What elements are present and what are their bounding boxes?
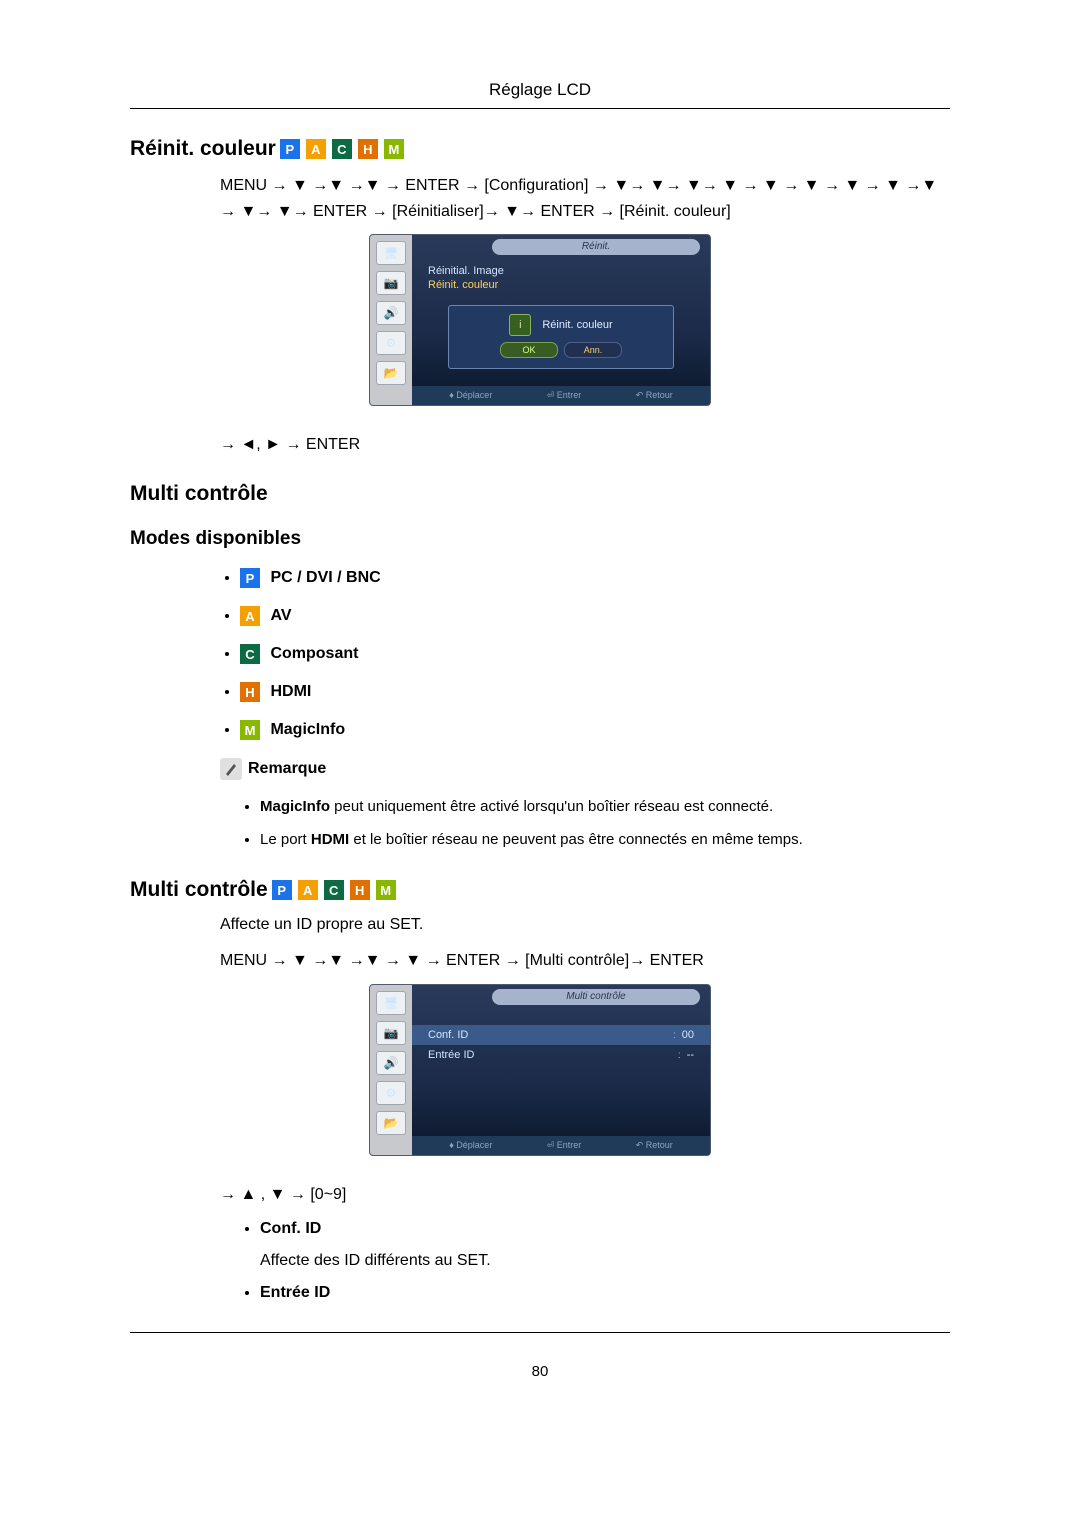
footer-return: ↶ Retour (636, 390, 673, 401)
osd2-row-entree-id[interactable]: Entrée ID :-- (428, 1045, 694, 1065)
post-osd2-nav: → ▲ , ▼ → [0~9] (220, 1186, 950, 1204)
note-icon (220, 758, 242, 780)
osd-icon-1: 🖥 (376, 241, 406, 265)
mode-av: A AV (240, 606, 950, 626)
osd-tab-title: Réinit. (492, 239, 700, 255)
osd-icon-2: 📷 (376, 1021, 406, 1045)
mode-magicinfo-label: MagicInfo (270, 721, 345, 738)
badge-m-icon: M (384, 139, 404, 159)
osd-confirm-dialog: i Réinit. couleur OK Ann. (448, 305, 674, 369)
multi-desc: Affecte un ID propre au SET. (220, 916, 950, 934)
modes-list: P PC / DVI / BNC A AV C Composant H HDMI… (240, 568, 950, 740)
badge-m-icon: M (240, 720, 260, 740)
header-divider (130, 108, 950, 109)
footer-enter: ⏎ Entrer (547, 390, 582, 401)
multi-modes-title-text: Multi contrôle (130, 482, 268, 506)
page-header: Réglage LCD (130, 80, 950, 100)
note-hdmi: Le port HDMI et le boîtier réseau ne peu… (260, 829, 950, 850)
conf-id-value: 00 (682, 1029, 694, 1041)
entree-id-item: Entrée ID (260, 1284, 950, 1302)
entree-id-value: -- (687, 1049, 694, 1061)
remarque-heading: Remarque (220, 758, 950, 780)
multi-controle-title-text: Multi contrôle (130, 878, 268, 902)
badge-p-icon: P (240, 568, 260, 588)
footer-move: ♦ Déplacer (449, 390, 492, 401)
osd-side-icons: 🖥 📷 🔊 ⚙ 📂 (370, 235, 412, 405)
remarque-label: Remarque (248, 760, 326, 778)
footer-return: ↶ Retour (636, 1140, 673, 1151)
note1-text: peut uniquement être activé lorsqu'un bo… (330, 798, 773, 815)
section-multi-modes-title: Multi contrôle (130, 482, 950, 506)
entree-id-label: Entrée ID (428, 1049, 474, 1061)
note-magicinfo: MagicInfo peut uniquement être activé lo… (260, 796, 950, 817)
footer-move: ♦ Déplacer (449, 1140, 492, 1151)
mode-hdmi: H HDMI (240, 682, 950, 702)
badge-h-icon: H (350, 880, 370, 900)
osd-icon-5: 📂 (376, 361, 406, 385)
badge-a-icon: A (298, 880, 318, 900)
mode-pc: P PC / DVI / BNC (240, 568, 950, 588)
modes-disponibles-heading: Modes disponibles (130, 528, 950, 550)
menu-path-multi: MENU → ▼ →▼ →▼ → ▼ → ENTER → [Multi cont… (220, 948, 950, 974)
note1-bold: MagicInfo (260, 798, 330, 815)
osd-reinit-panel: 🖥 📷 🔊 ⚙ 📂 Réinit. Réinitial. Image Réini… (369, 234, 711, 406)
osd-side-icons-2: 🖥 📷 🔊 ⚙ 📂 (370, 985, 412, 1155)
mode-composant-label: Composant (270, 645, 358, 662)
mode-composant: C Composant (240, 644, 950, 664)
osd-icon-4: ⚙ (376, 331, 406, 355)
menu-path-reinit: MENU → ▼ →▼ →▼ → ENTER → [Configuration]… (220, 173, 950, 224)
badge-m-icon: M (376, 880, 396, 900)
badge-p-icon: P (280, 139, 300, 159)
mode-magicinfo: M MagicInfo (240, 720, 950, 740)
badge-c-icon: C (324, 880, 344, 900)
badge-h-icon: H (358, 139, 378, 159)
osd-multi-panel: 🖥 📷 🔊 ⚙ 📂 Multi contrôle Conf. ID :00 En… (369, 984, 711, 1156)
id-definitions: Conf. ID Affecte des ID différents au SE… (260, 1220, 950, 1302)
badge-h-icon: H (240, 682, 260, 702)
badge-a-icon: A (240, 606, 260, 626)
badge-a-icon: A (306, 139, 326, 159)
osd-icon-1: 🖥 (376, 991, 406, 1015)
dialog-title: Réinit. couleur (542, 319, 612, 331)
note2-bold: HDMI (311, 831, 349, 848)
conf-id-bold: Conf. ID (260, 1220, 321, 1237)
badge-c-icon: C (240, 644, 260, 664)
mode-av-label: AV (270, 607, 291, 624)
conf-id-label: Conf. ID (428, 1029, 468, 1041)
osd2-tab-title: Multi contrôle (492, 989, 700, 1005)
note2-post: et le boîtier réseau ne peuvent pas être… (349, 831, 803, 848)
post-osd-nav: → ◄, ► → ENTER (220, 436, 950, 454)
mode-hdmi-label: HDMI (270, 683, 311, 700)
info-icon: i (509, 314, 531, 336)
section-multi-controle: Multi contrôle P A C H M (130, 878, 950, 902)
osd-icon-3: 🔊 (376, 301, 406, 325)
section-reinit-couleur: Réinit. couleur P A C H M (130, 137, 950, 161)
footer-enter: ⏎ Entrer (547, 1140, 582, 1151)
osd-item-reinit-image[interactable]: Réinitial. Image (428, 265, 694, 277)
osd-icon-4: ⚙ (376, 1081, 406, 1105)
osd-icon-3: 🔊 (376, 1051, 406, 1075)
conf-id-desc: Affecte des ID différents au SET. (260, 1252, 950, 1270)
entree-id-bold: Entrée ID (260, 1284, 330, 1301)
osd-footer: ♦ Déplacer ⏎ Entrer ↶ Retour (412, 386, 710, 405)
note2-pre: Le port (260, 831, 311, 848)
page-number: 80 (130, 1363, 950, 1380)
conf-id-item: Conf. ID Affecte des ID différents au SE… (260, 1220, 950, 1270)
mode-pc-label: PC / DVI / BNC (270, 569, 380, 586)
osd-icon-2: 📷 (376, 271, 406, 295)
badge-c-icon: C (332, 139, 352, 159)
ok-button[interactable]: OK (500, 342, 558, 358)
osd-icon-5: 📂 (376, 1111, 406, 1135)
osd2-footer: ♦ Déplacer ⏎ Entrer ↶ Retour (412, 1136, 710, 1155)
remarque-list: MagicInfo peut uniquement être activé lo… (260, 796, 950, 850)
osd-item-reinit-couleur[interactable]: Réinit. couleur (428, 279, 694, 291)
section-title-text: Réinit. couleur (130, 137, 276, 161)
badge-p-icon: P (272, 880, 292, 900)
osd2-row-conf-id[interactable]: Conf. ID :00 (412, 1025, 710, 1045)
footer-divider (130, 1332, 950, 1333)
cancel-button[interactable]: Ann. (564, 342, 622, 358)
